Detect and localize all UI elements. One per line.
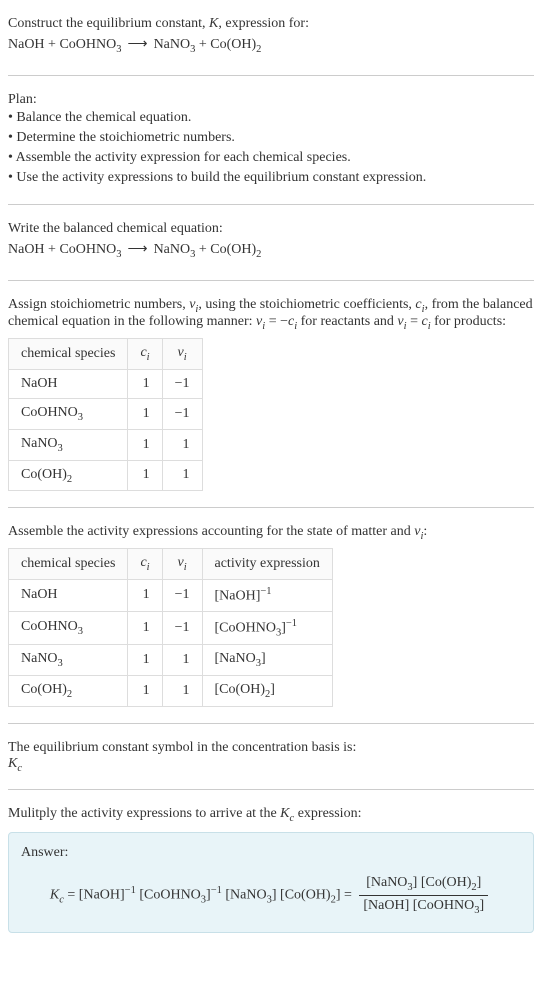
plan-item: • Determine the stoichiometric numbers. <box>8 128 534 148</box>
arrow-icon: ⟶ <box>127 37 147 52</box>
plan-section: Plan: • Balance the chemical equation. •… <box>8 84 534 196</box>
species-cell: CoOHNO3 <box>9 611 128 644</box>
expr-cell: [CoOHNO3]−1 <box>202 611 332 644</box>
nu-cell: 1 <box>162 460 202 491</box>
table-row: NaOH 1 −1 [NaOH]−1 <box>9 579 333 611</box>
activity-intro: Assemble the activity expressions accoun… <box>8 524 534 542</box>
table-row: NaNO3 1 1 <box>9 429 203 460</box>
nu-cell: −1 <box>162 611 202 644</box>
ci-cell: 1 <box>128 460 162 491</box>
col-ci: ci <box>128 549 162 580</box>
species-cell: NaOH <box>9 369 128 398</box>
balanced-section: Write the balanced chemical equation: Na… <box>8 213 534 272</box>
divider <box>8 789 534 790</box>
col-species: chemical species <box>9 339 128 370</box>
nu-cell: 1 <box>162 645 202 676</box>
nu-cell: 1 <box>162 675 202 706</box>
table-row: Co(OH)2 1 1 <box>9 460 203 491</box>
table-row: NaNO3 1 1 [NaNO3] <box>9 645 333 676</box>
table-row: NaOH 1 −1 <box>9 369 203 398</box>
symbol-section: The equilibrium constant symbol in the c… <box>8 732 534 782</box>
prompt-suffix: , expression for: <box>218 16 309 31</box>
divider <box>8 204 534 205</box>
col-nu: νi <box>162 339 202 370</box>
plan-item: • Balance the chemical equation. <box>8 108 534 128</box>
expr-cell: [Co(OH)2] <box>202 675 332 706</box>
divider <box>8 723 534 724</box>
species-cell: Co(OH)2 <box>9 460 128 491</box>
species-cell: CoOHNO3 <box>9 398 128 429</box>
ci-cell: 1 <box>128 429 162 460</box>
ci-cell: 1 <box>128 645 162 676</box>
multiply-intro: Mulitply the activity expressions to arr… <box>8 806 534 824</box>
prompt-section: Construct the equilibrium constant, K, e… <box>8 8 534 67</box>
prompt-prefix: Construct the equilibrium constant, <box>8 16 209 31</box>
balanced-equation: NaOH + CoOHNO3⟶NaNO3 + Co(OH)2 <box>8 237 534 264</box>
col-expr: activity expression <box>202 549 332 580</box>
expr-cell: [NaOH]−1 <box>202 579 332 611</box>
divider <box>8 280 534 281</box>
symbol-kc: Kc <box>8 756 534 774</box>
answer-label: Answer: <box>21 845 521 861</box>
unbalanced-equation: NaOH + CoOHNO3⟶NaNO3 + Co(OH)2 <box>8 32 534 59</box>
nu-cell: 1 <box>162 429 202 460</box>
nu-cell: −1 <box>162 398 202 429</box>
stoich-intro: Assign stoichiometric numbers, νi, using… <box>8 297 534 333</box>
prompt-k: K <box>209 16 218 31</box>
activity-section: Assemble the activity expressions accoun… <box>8 516 534 714</box>
symbol-intro: The equilibrium constant symbol in the c… <box>8 740 534 756</box>
multiply-section: Mulitply the activity expressions to arr… <box>8 798 534 940</box>
divider <box>8 75 534 76</box>
ci-cell: 1 <box>128 675 162 706</box>
col-ci: ci <box>128 339 162 370</box>
plan-title: Plan: <box>8 92 534 108</box>
activity-table: chemical species ci νi activity expressi… <box>8 548 333 707</box>
fraction-denominator: [NaOH] [CoOHNO3] <box>359 896 488 916</box>
table-row: Co(OH)2 1 1 [Co(OH)2] <box>9 675 333 706</box>
arrow-icon: ⟶ <box>127 242 147 257</box>
species-cell: NaOH <box>9 579 128 611</box>
plan-item: • Assemble the activity expression for e… <box>8 148 534 168</box>
prompt-text: Construct the equilibrium constant, K, e… <box>8 16 534 32</box>
table-header-row: chemical species ci νi activity expressi… <box>9 549 333 580</box>
species-cell: NaNO3 <box>9 645 128 676</box>
kc-expression: Kc = [NaOH]−1 [CoOHNO3]−1 [NaNO3] [Co(OH… <box>21 871 521 920</box>
species-cell: NaNO3 <box>9 429 128 460</box>
nu-cell: −1 <box>162 369 202 398</box>
ci-cell: 1 <box>128 398 162 429</box>
expr-cell: [NaNO3] <box>202 645 332 676</box>
col-species: chemical species <box>9 549 128 580</box>
divider <box>8 507 534 508</box>
col-nu: νi <box>162 549 202 580</box>
plan-item: • Use the activity expressions to build … <box>8 168 534 188</box>
species-cell: Co(OH)2 <box>9 675 128 706</box>
table-header-row: chemical species ci νi <box>9 339 203 370</box>
table-row: CoOHNO3 1 −1 [CoOHNO3]−1 <box>9 611 333 644</box>
ci-cell: 1 <box>128 369 162 398</box>
nu-cell: −1 <box>162 579 202 611</box>
fraction-numerator: [NaNO3] [Co(OH)2] <box>359 875 488 896</box>
balanced-intro: Write the balanced chemical equation: <box>8 221 534 237</box>
table-row: CoOHNO3 1 −1 <box>9 398 203 429</box>
ci-cell: 1 <box>128 579 162 611</box>
answer-box: Answer: Kc = [NaOH]−1 [CoOHNO3]−1 [NaNO3… <box>8 832 534 933</box>
stoich-section: Assign stoichiometric numbers, νi, using… <box>8 289 534 500</box>
fraction: [NaNO3] [Co(OH)2][NaOH] [CoOHNO3] <box>359 875 488 916</box>
ci-cell: 1 <box>128 611 162 644</box>
stoich-table: chemical species ci νi NaOH 1 −1 CoOHNO3… <box>8 338 203 491</box>
